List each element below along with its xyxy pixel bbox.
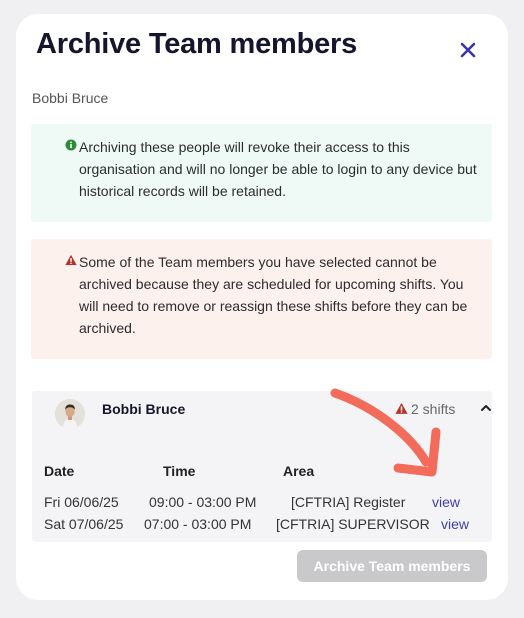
info-alert: Archiving these people will revoke their… [31, 124, 492, 222]
column-header-date: Date [44, 463, 75, 479]
warning-icon [65, 254, 77, 265]
modal-subtitle: Bobbi Bruce [32, 90, 109, 106]
view-shift-link[interactable]: view [441, 516, 469, 532]
shifts-count: 2 shifts [411, 401, 456, 417]
close-button[interactable] [456, 38, 480, 62]
avatar [55, 399, 85, 429]
warning-alert-text: Some of the Team members you have select… [79, 254, 468, 336]
shift-time: 09:00 - 03:00 PM [149, 494, 257, 510]
collapse-button[interactable] [478, 400, 494, 416]
chevron-up-icon [481, 405, 491, 411]
warning-icon [395, 402, 408, 414]
column-header-area: Area [283, 463, 315, 479]
member-name: Bobbi Bruce [102, 401, 186, 417]
column-header-time: Time [163, 463, 196, 479]
warning-alert: Some of the Team members you have select… [31, 239, 492, 359]
shift-area: [CFTRIA] Register [291, 494, 406, 510]
archive-team-members-button[interactable]: Archive Team members [297, 550, 487, 582]
shift-date: Fri 06/06/25 [44, 494, 119, 510]
info-alert-text: Archiving these people will revoke their… [79, 139, 477, 199]
view-shift-link[interactable]: view [432, 494, 460, 510]
member-shifts-panel: Bobbi Bruce 2 shifts Date Time Area Fri … [32, 391, 492, 542]
shift-area: [CFTRIA] SUPERVISOR [276, 516, 430, 532]
shifts-badge: 2 shifts [395, 401, 455, 417]
shift-date: Sat 07/06/25 [44, 516, 124, 532]
close-icon [460, 42, 476, 58]
shift-time: 07:00 - 03:00 PM [144, 516, 252, 532]
info-icon [65, 139, 77, 151]
archive-modal: Archive Team members Bobbi Bruce Archivi… [16, 14, 508, 600]
modal-title: Archive Team members [36, 28, 358, 60]
